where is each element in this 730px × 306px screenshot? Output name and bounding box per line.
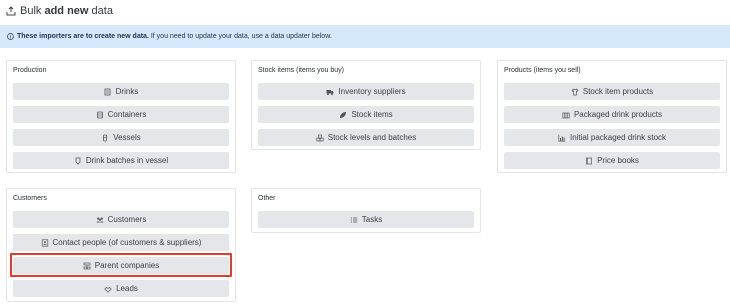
batch-icon <box>75 157 81 165</box>
card-title: Customers <box>13 195 47 202</box>
banner-text: If you need to update your data, use a d… <box>148 33 332 40</box>
upload-tray-icon <box>6 6 16 16</box>
button-label: Parent companies <box>94 261 160 270</box>
title-prefix: Bulk <box>20 5 45 17</box>
card-title: Products (items you sell) <box>504 67 581 74</box>
users-icon <box>96 217 104 222</box>
button-label: Containers <box>107 110 147 119</box>
button-label: Drinks <box>115 87 139 96</box>
button-label: Vessels <box>113 133 141 142</box>
customers-button[interactable]: Customers <box>13 211 229 228</box>
title-suffix: data <box>88 5 113 17</box>
parent-companies-button[interactable]: Parent companies <box>13 257 229 274</box>
truck-icon <box>326 89 334 95</box>
title-bold: add new <box>44 5 89 17</box>
button-label: Tasks <box>361 215 383 224</box>
initial-packaged-stock-button[interactable]: Initial packaged drink stock <box>504 129 720 146</box>
production-card: Production Drinks Containers Vessels Dri… <box>6 60 236 173</box>
task-list-icon <box>350 217 357 222</box>
stock-items-card: Stock items (items you buy) Inventory su… <box>251 60 481 150</box>
stock-item-products-button[interactable]: Stock item products <box>504 83 720 100</box>
button-label: Packaged drink products <box>573 110 663 119</box>
button-label: Stock levels and batches <box>327 133 417 142</box>
button-label: Leads <box>116 284 138 293</box>
leads-button[interactable]: Leads <box>13 280 229 297</box>
container-icon <box>96 111 103 118</box>
button-label: Initial packaged drink stock <box>569 133 667 142</box>
stock-levels-button[interactable]: Stock levels and batches <box>258 129 474 146</box>
products-card: Products (items you sell) Stock item pro… <box>497 60 727 173</box>
inventory-suppliers-button[interactable]: Inventory suppliers <box>258 83 474 100</box>
button-label: Drink batches in vessel <box>85 156 169 165</box>
customers-card: Customers Customers Contact people (of c… <box>6 188 236 302</box>
org-chart-icon <box>83 262 91 269</box>
book-icon <box>586 157 592 164</box>
crate-icon <box>562 112 570 118</box>
other-card: Other Tasks <box>251 188 481 233</box>
packaged-drink-products-button[interactable]: Packaged drink products <box>504 106 720 123</box>
button-label: Stock items <box>351 110 393 119</box>
drinks-icon <box>104 88 111 95</box>
drinks-button[interactable]: Drinks <box>13 83 229 100</box>
stock-items-button[interactable]: Stock items <box>258 106 474 123</box>
vessel-icon <box>103 134 108 141</box>
handshake-icon <box>104 286 112 292</box>
shirt-icon <box>571 87 579 95</box>
boxes-icon <box>316 134 324 141</box>
banner-strong: These importers are to create new data. <box>17 33 149 40</box>
page-title: Bulk add new data <box>6 4 113 18</box>
card-title: Production <box>13 67 47 74</box>
vessels-button[interactable]: Vessels <box>13 129 229 146</box>
button-label: Inventory suppliers <box>338 87 406 96</box>
price-books-button[interactable]: Price books <box>504 152 720 169</box>
info-banner: These importers are to create new data. … <box>0 25 730 48</box>
card-title: Other <box>258 195 276 202</box>
containers-button[interactable]: Containers <box>13 106 229 123</box>
contact-card-icon <box>41 238 48 247</box>
contact-people-button[interactable]: Contact people (of customers & suppliers… <box>13 234 229 251</box>
button-label: Stock item products <box>582 87 654 96</box>
card-title: Stock items (items you buy) <box>258 67 344 74</box>
chart-icon <box>558 134 566 142</box>
drink-batches-button[interactable]: Drink batches in vessel <box>13 152 229 169</box>
info-circle-icon <box>7 33 14 40</box>
button-label: Price books <box>597 156 639 165</box>
leaf-icon <box>340 111 347 118</box>
tasks-button[interactable]: Tasks <box>258 211 474 228</box>
button-label: Customers <box>107 215 147 224</box>
button-label: Contact people (of customers & suppliers… <box>52 238 202 247</box>
